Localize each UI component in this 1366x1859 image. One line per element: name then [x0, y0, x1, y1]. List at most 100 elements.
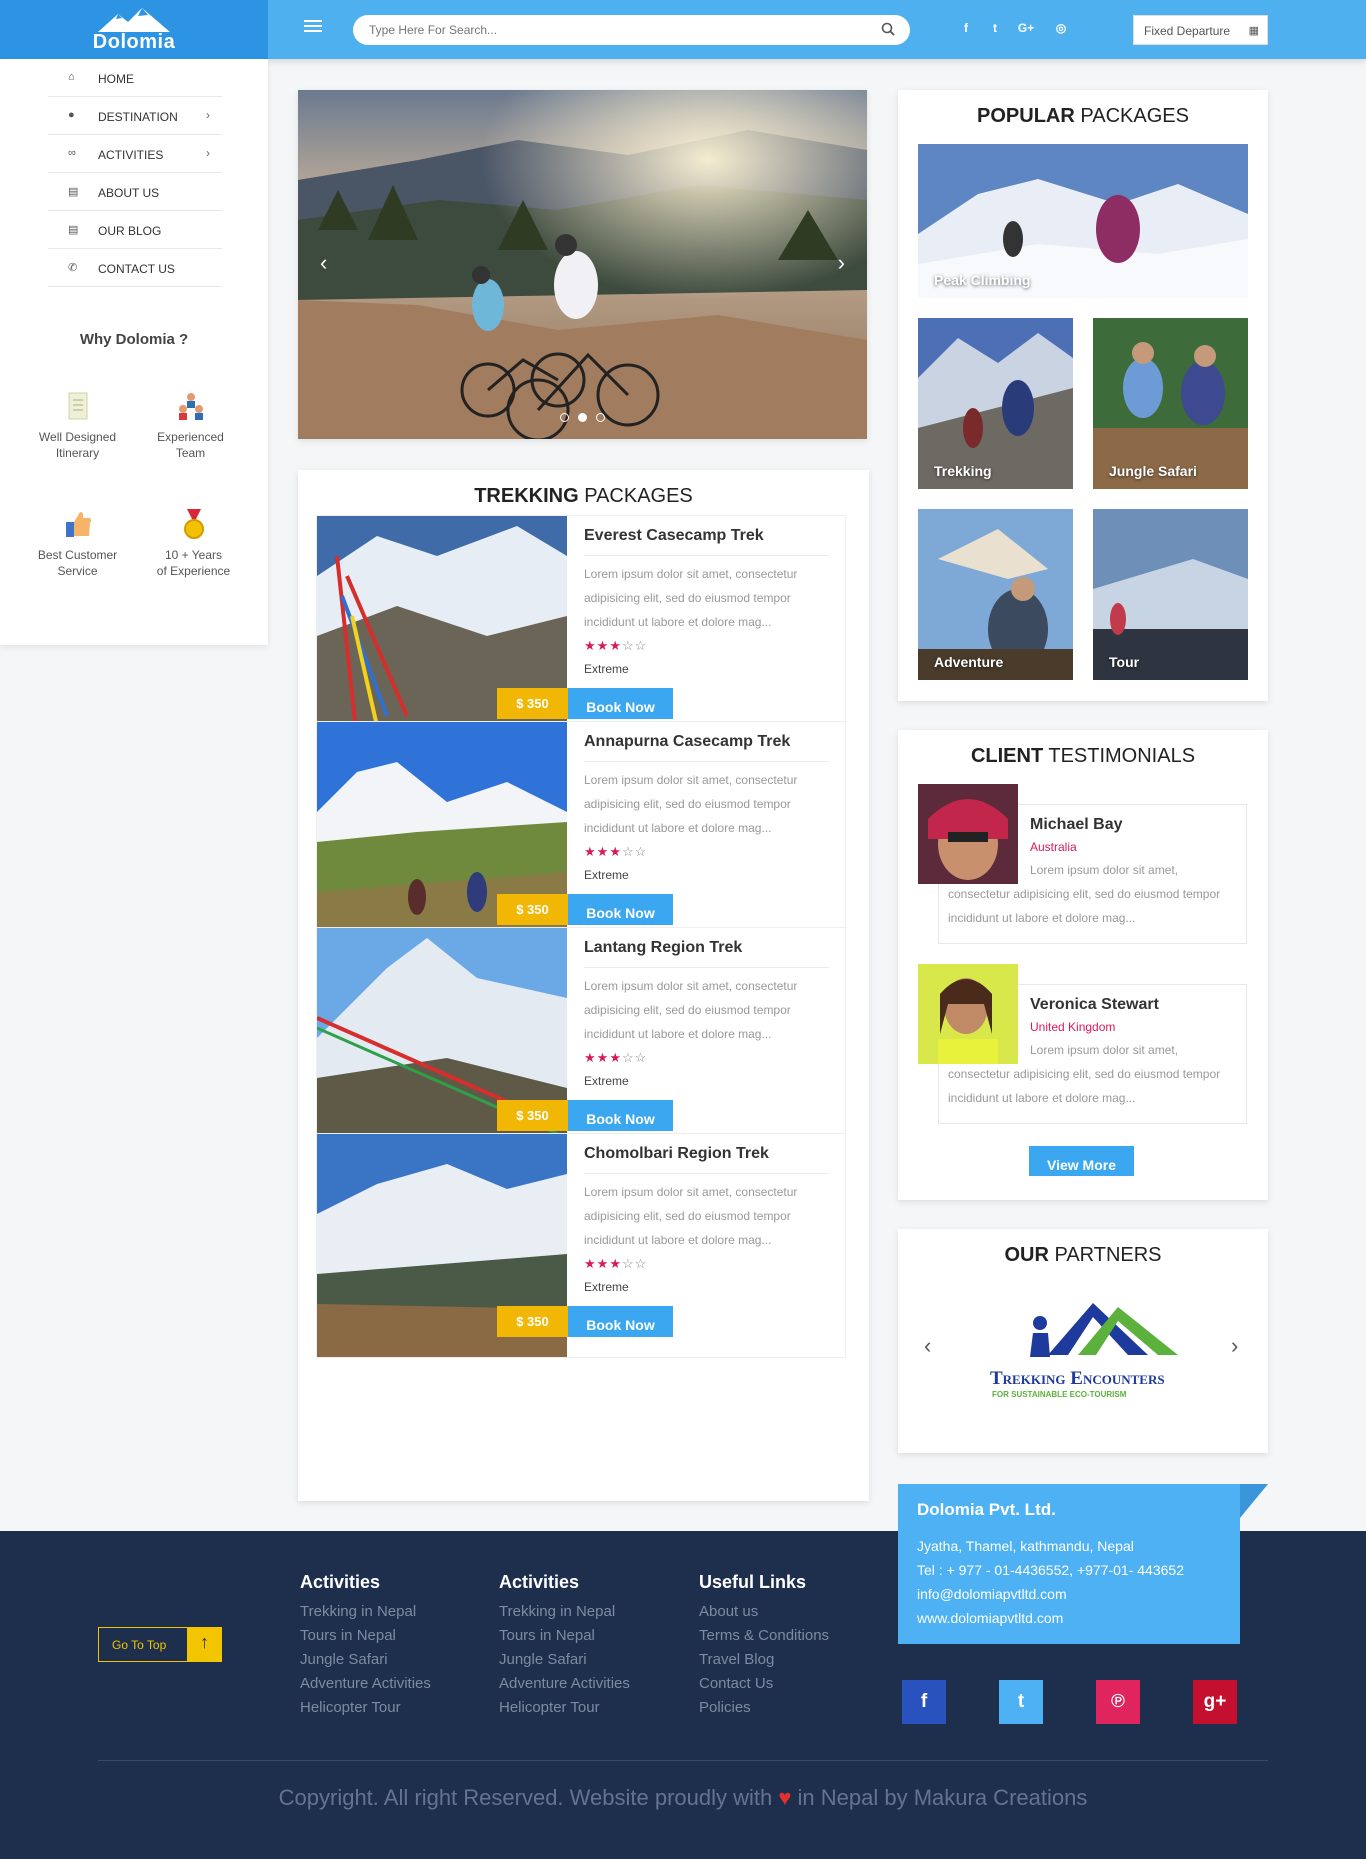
twitter-button[interactable]: t: [999, 1680, 1043, 1724]
footer-link[interactable]: About us: [699, 1603, 758, 1620]
hero-prev-arrow[interactable]: ‹: [320, 250, 327, 276]
pinterest-button[interactable]: ℗: [1096, 1680, 1140, 1724]
book-now-button[interactable]: Book Now: [568, 894, 673, 925]
search-input[interactable]: [353, 15, 910, 45]
star-empty-icon: ☆: [634, 1050, 648, 1065]
footer-link[interactable]: Jungle Safari: [499, 1651, 587, 1668]
view-more-button[interactable]: View More: [1029, 1146, 1134, 1176]
footer-link[interactable]: Travel Blog: [699, 1651, 774, 1668]
sidebar-item-home[interactable]: ⌂ HOME: [48, 59, 222, 97]
trek-title[interactable]: Chomolbari Region Trek: [584, 1145, 829, 1174]
footer-link[interactable]: Tours in Nepal: [300, 1627, 396, 1644]
rating-stars: ★★★☆☆: [584, 638, 647, 654]
go-to-top-label: Go To Top: [112, 1638, 167, 1652]
twitter-icon[interactable]: t: [986, 21, 1004, 39]
hero-next-arrow[interactable]: ›: [838, 250, 845, 276]
star-filled-icon: ★: [596, 1256, 610, 1271]
clipboard-icon: ▤: [68, 224, 79, 236]
company-website[interactable]: www.dolomiapvtltd.com: [917, 1606, 1221, 1630]
sidebar-item-destination[interactable]: ● DESTINATION ›: [48, 97, 222, 135]
star-empty-icon: ☆: [621, 1050, 635, 1065]
book-now-button[interactable]: Book Now: [568, 1100, 673, 1131]
footer-link[interactable]: Terms & Conditions: [699, 1627, 829, 1644]
partner-logo[interactable]: Trekking Encounters FOR SUSTAINABLE ECO-…: [978, 1295, 1193, 1405]
tile-trekking[interactable]: Trekking: [918, 318, 1073, 489]
partners-next-arrow[interactable]: ›: [1231, 1333, 1238, 1359]
tile-label: Tour: [1109, 654, 1140, 670]
book-now-button[interactable]: Book Now: [568, 1306, 673, 1337]
hero-dot-1[interactable]: [560, 413, 569, 422]
trek-description: Lorem ipsum dolor sit amet, consectetur …: [584, 979, 798, 1041]
brand-name: Dolomia: [92, 31, 176, 53]
trek-package-card: Annapurna Casecamp Trek Lorem ipsum dolor…: [316, 721, 846, 946]
sidebar-item-about-us[interactable]: ▤ ABOUT US: [48, 173, 222, 211]
company-email[interactable]: info@dolomiapvtltd.com: [917, 1582, 1221, 1606]
why-title: Why Dolomia ?: [79, 331, 189, 348]
phone-icon: ✆: [68, 262, 78, 274]
tile-jungle-safari[interactable]: Jungle Safari: [1093, 318, 1248, 489]
hero-slider[interactable]: ‹ ›: [298, 90, 867, 439]
popular-title-bold: POPULAR: [977, 105, 1075, 127]
star-filled-icon: ★: [584, 1256, 597, 1271]
star-filled-icon: ★: [596, 1050, 610, 1065]
footer-link[interactable]: Adventure Activities: [499, 1675, 630, 1692]
departure-select[interactable]: Fixed Departure ▦: [1133, 15, 1268, 45]
footer-link[interactable]: Trekking in Nepal: [499, 1603, 615, 1620]
star-filled-icon: ★: [584, 1050, 597, 1065]
instagram-icon[interactable]: ◎: [1052, 21, 1070, 39]
book-now-button[interactable]: Book Now: [568, 688, 673, 719]
footer-link[interactable]: Policies: [699, 1699, 751, 1716]
pinterest-icon: ℗: [1111, 1691, 1125, 1712]
mountain-logo-icon: [98, 8, 170, 32]
tile-tour[interactable]: Tour: [1093, 509, 1248, 680]
footer-link[interactable]: Trekking in Nepal: [300, 1603, 416, 1620]
star-filled-icon: ★: [609, 1050, 622, 1065]
facebook-icon[interactable]: f: [957, 21, 975, 39]
company-address: Jyatha, Thamel, kathmandu, Nepal: [917, 1538, 1134, 1554]
footer-link[interactable]: Helicopter Tour: [499, 1699, 600, 1716]
sidebar-item-label: OUR BLOG: [98, 224, 162, 238]
sidebar-item-activities[interactable]: ∞ ACTIVITIES ›: [48, 135, 222, 173]
brand-logo[interactable]: Dolomia: [0, 0, 268, 59]
menu-toggle-button[interactable]: [304, 20, 322, 34]
trek-title[interactable]: Lantang Region Trek: [584, 939, 829, 968]
chevron-right-icon: ›: [206, 146, 210, 160]
footer-column-title: Activities: [499, 1572, 580, 1592]
testimonial-country: Australia: [1030, 840, 1077, 854]
tile-label: Trekking: [934, 463, 992, 479]
copyright-before: Copyright. All right Reserved. Website p…: [278, 1785, 779, 1810]
footer-link[interactable]: Jungle Safari: [300, 1651, 388, 1668]
partners-prev-arrow[interactable]: ‹: [924, 1333, 931, 1359]
trekking-title: TREKKING PACKAGES: [298, 485, 869, 508]
hero-dot-2[interactable]: [578, 413, 587, 422]
facebook-button[interactable]: f: [902, 1680, 946, 1724]
google-plus-icon[interactable]: G+: [1017, 21, 1035, 39]
testimonial-country: United Kingdom: [1030, 1020, 1116, 1034]
rating-stars: ★★★☆☆: [584, 844, 647, 860]
clipboard-icon: ▤: [68, 186, 79, 198]
sidebar-item-contact-us[interactable]: ✆ CONTACT US: [48, 249, 222, 287]
trek-title[interactable]: Annapurna Casecamp Trek: [584, 733, 829, 762]
google-plus-button[interactable]: g+: [1193, 1680, 1237, 1724]
footer-link[interactable]: Helicopter Tour: [300, 1699, 401, 1716]
price-badge: $ 350: [497, 894, 568, 925]
google-plus-icon: g+: [1203, 1691, 1227, 1712]
tile-adventure[interactable]: Adventure: [918, 509, 1073, 680]
search-icon[interactable]: [880, 21, 898, 39]
footer-link[interactable]: Tours in Nepal: [499, 1627, 595, 1644]
footer-link[interactable]: Contact Us: [699, 1675, 773, 1692]
tile-peak-climbing[interactable]: Peak Climbing: [918, 144, 1248, 298]
rating-stars: ★★★☆☆: [584, 1050, 647, 1066]
go-to-top-button[interactable]: Go To Top ↑: [98, 1627, 222, 1662]
sidebar-item-our-blog[interactable]: ▤ OUR BLOG: [48, 211, 222, 249]
star-empty-icon: ☆: [621, 638, 635, 653]
trek-title[interactable]: Everest Casecamp Trek: [584, 527, 829, 556]
footer-link[interactable]: Adventure Activities: [300, 1675, 431, 1692]
document-icon: [68, 392, 87, 420]
hero-image: [298, 90, 867, 439]
copyright-text: Copyright. All right Reserved. Website p…: [0, 1785, 1366, 1811]
star-empty-icon: ☆: [634, 844, 648, 859]
trekking-title-rest: PACKAGES: [578, 485, 693, 507]
hero-dot-3[interactable]: [596, 413, 605, 422]
feature-2: Experienced Team: [133, 391, 248, 461]
